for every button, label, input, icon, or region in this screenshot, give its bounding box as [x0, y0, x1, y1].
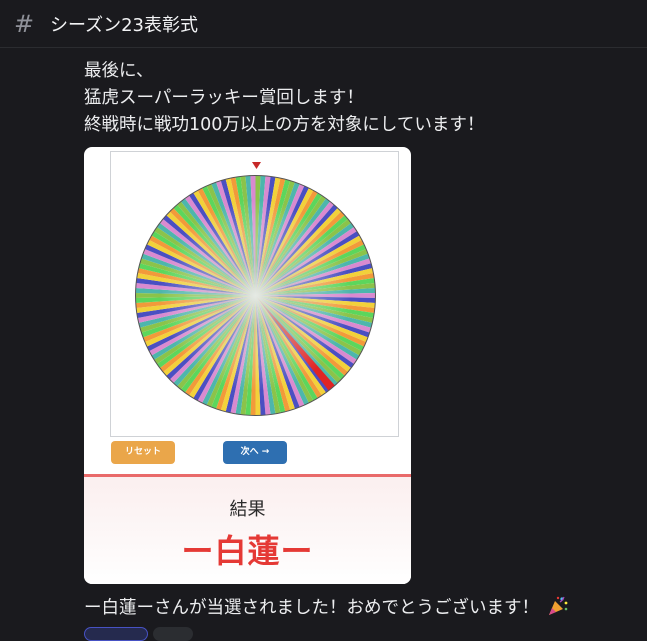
- message-line: 最後に、: [84, 61, 154, 81]
- reaction-chip[interactable]: [153, 627, 193, 641]
- result-name: ー白蓮ー: [181, 532, 314, 570]
- message-line: 猛虎スーパーラッキー賞回します！: [84, 88, 364, 108]
- result-panel: 結果 ー白蓮ー: [84, 474, 411, 584]
- triangle-pointer-icon: [252, 162, 261, 169]
- result-label: 結果: [229, 499, 266, 520]
- winner-text: ー白蓮ーさんが当選されました！おめでとうございます！: [84, 598, 539, 618]
- reaction-chip[interactable]: [84, 627, 148, 641]
- channel-header: # シーズン23表彰式: [0, 0, 647, 48]
- roulette-wheel: [135, 175, 376, 416]
- roulette-image-attachment[interactable]: リセット 次へ → 結果 ー白蓮ー: [84, 147, 411, 584]
- party-popper-icon: [548, 596, 567, 615]
- next-button[interactable]: 次へ →: [223, 441, 287, 464]
- channel-title[interactable]: シーズン23表彰式: [50, 11, 198, 37]
- message-line: 終戦時に戦功100万以上の方を対象にしています！: [84, 115, 485, 135]
- winner-announcement: ー白蓮ーさんが当選されました！おめでとうございます！: [84, 594, 569, 619]
- reset-button[interactable]: リセット: [111, 441, 175, 464]
- channel-hash-icon: #: [14, 9, 35, 38]
- wheel-center-haze: [160, 200, 351, 391]
- message-body: 最後に、 猛虎スーパーラッキー賞回します！ 終戦時に戦功100万以上の方を対象に…: [84, 58, 484, 139]
